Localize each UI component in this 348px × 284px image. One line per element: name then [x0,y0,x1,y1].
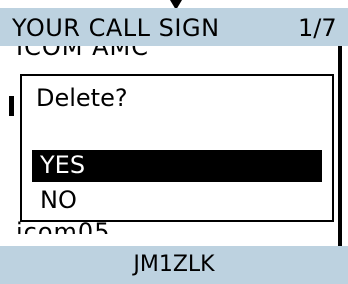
option-yes-label: YES [40,151,86,179]
delete-confirm-dialog: Delete? YES NO [20,74,334,222]
radio-lcd-screen: YOUR CALL SIGN 1/7 ICOM AMC icom05 Delet… [0,0,348,284]
my-call-sign: JM1ZLK [133,252,215,277]
scrollbar[interactable] [338,46,342,246]
option-no[interactable]: NO [40,186,77,214]
footer-bar: JM1ZLK [0,246,348,284]
list-item[interactable]: ICOM AMC [16,46,149,60]
option-yes[interactable]: YES [32,150,322,182]
cursor-mark-icon [9,96,14,116]
screen-title: YOUR CALL SIGN [12,14,220,42]
page-indicator: 1/7 [298,14,337,42]
list-item-label: ICOM AMC [16,46,149,60]
header-bar: YOUR CALL SIGN 1/7 [0,8,348,46]
dialog-title: Delete? [36,84,128,112]
